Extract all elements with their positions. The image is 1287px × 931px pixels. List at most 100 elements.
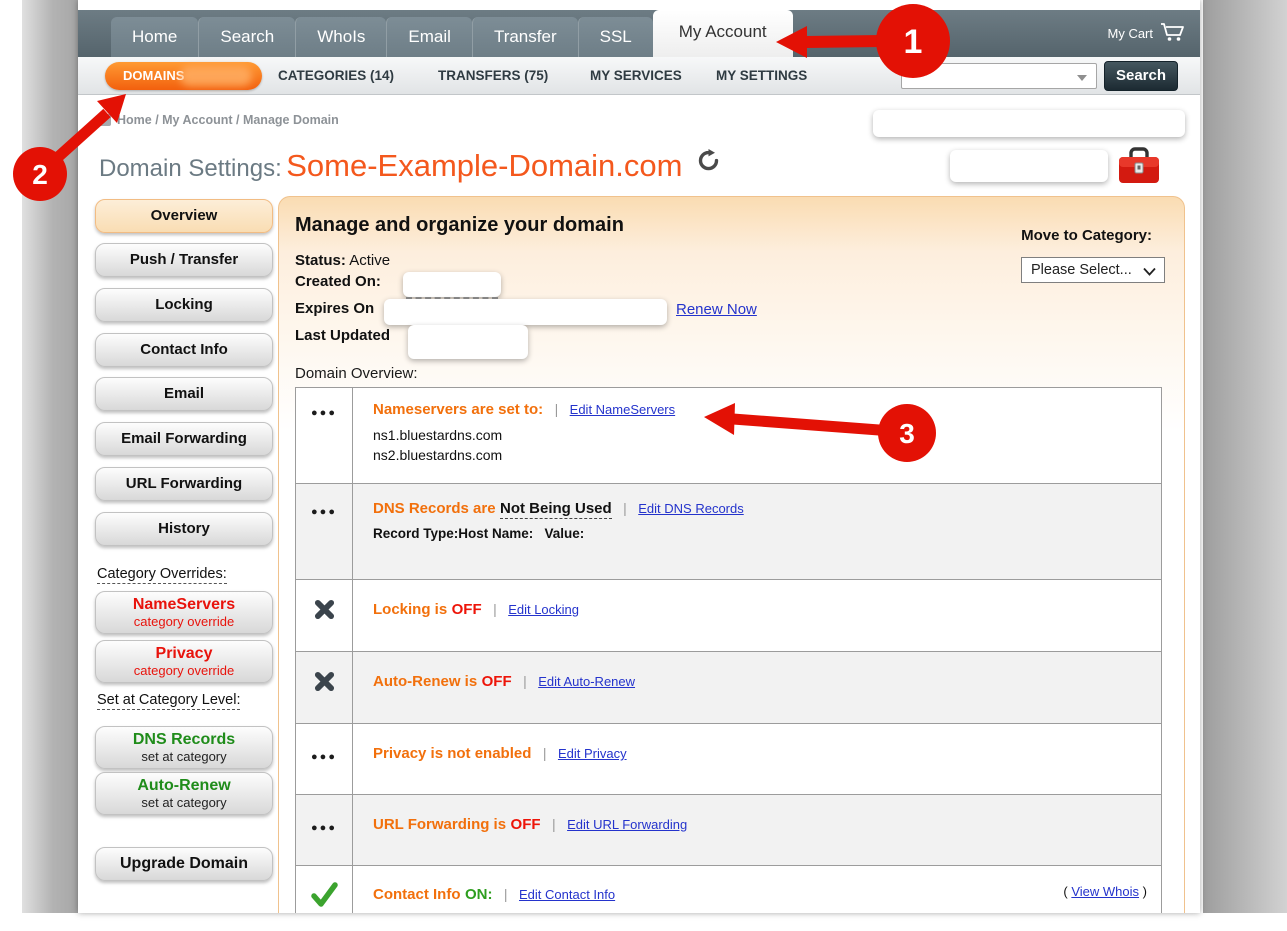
table-row-privacy: ●●● Privacy is not enabled | Edit Privac… [296, 723, 1161, 794]
sidebar-item-nameservers-override[interactable]: NameServers category override [95, 591, 273, 634]
override-subtitle: category override [96, 614, 272, 629]
status-off: OFF [482, 673, 512, 690]
category-title: Auto-Renew [96, 776, 272, 795]
nav-tab-search[interactable]: Search [198, 17, 295, 57]
table-row-nameservers: ●●● Nameservers are set to: | Edit NameS… [296, 388, 1161, 483]
sidebar-item-history[interactable]: History [95, 512, 273, 546]
table-row-url-forwarding: ●●● URL Forwarding is OFF | Edit URL For… [296, 794, 1161, 865]
refresh-icon[interactable] [697, 149, 720, 177]
redacted-created-date [403, 272, 501, 297]
set-at-category-heading[interactable]: Set at Category Level: [97, 692, 240, 708]
redacted-box-top-right [873, 110, 1185, 137]
sidebar-item-contact-info[interactable]: Contact Info [95, 333, 273, 367]
view-whois: ( View Whois ) [1063, 884, 1147, 899]
status-on: ON: [465, 886, 493, 903]
status-off: OFF [511, 816, 541, 833]
sidebar-item-email[interactable]: Email [95, 377, 273, 411]
row-title: Nameservers are set to: [373, 401, 543, 418]
edit-contact-info-link[interactable]: Edit Contact Info [519, 887, 615, 902]
nav-tab-ssl[interactable]: SSL [578, 17, 653, 57]
x-icon [296, 652, 353, 723]
nav-tab-home[interactable]: Home [111, 17, 198, 57]
dots-icon: ●●● [296, 484, 353, 579]
sidebar-item-dns-records-category[interactable]: DNS Records set at category [95, 726, 273, 769]
category-subtitle: set at category [96, 749, 272, 764]
sidebar-item-push-transfer[interactable]: Push / Transfer [95, 243, 273, 277]
nav-tab-my-account[interactable]: My Account [653, 10, 793, 57]
domain-overview-label: Domain Overview: [295, 365, 418, 382]
sidebar-item-overview[interactable]: Overview [95, 199, 273, 233]
breadcrumb-path: Home / My Account / Manage Domain [117, 113, 339, 127]
sidebar-item-upgrade-domain[interactable]: Upgrade Domain [95, 847, 273, 881]
account-sub-navigation: DOMAINS CATEGORIES (14) TRANSFERS (75) M… [78, 57, 1200, 95]
my-cart-button[interactable]: My Cart [1108, 10, 1187, 57]
status-value: Active [349, 252, 390, 269]
dots-icon: ●●● [296, 388, 353, 483]
edit-auto-renew-link[interactable]: Edit Auto-Renew [538, 674, 635, 689]
redacted-expire-date [384, 299, 667, 325]
edit-privacy-link[interactable]: Edit Privacy [558, 746, 627, 761]
table-row-locking: Locking is OFF | Edit Locking [296, 579, 1161, 651]
edit-url-forwarding-link[interactable]: Edit URL Forwarding [567, 817, 687, 832]
row-title: DNS Records are [373, 500, 496, 517]
search-button[interactable]: Search [1104, 61, 1178, 91]
expires-line: Expires On [295, 300, 374, 317]
subnav-transfers[interactable]: TRANSFERS (75) [438, 57, 548, 95]
sidebar-item-url-forwarding[interactable]: URL Forwarding [95, 467, 273, 501]
subnav-my-settings[interactable]: MY SETTINGS [716, 57, 807, 95]
domain-name: Some-Example-Domain.com [286, 148, 682, 183]
check-icon [296, 866, 353, 913]
edit-nameservers-link[interactable]: Edit NameServers [570, 402, 675, 417]
redacted-updated-date [408, 325, 528, 359]
category-select[interactable]: Please Select... [1021, 257, 1165, 283]
subnav-categories[interactable]: CATEGORIES (14) [278, 57, 394, 95]
redacted-domain-count [180, 66, 252, 86]
override-subtitle: category override [96, 663, 272, 678]
table-row-contact-info: Contact Info ON: | Edit Contact Info ( V… [296, 865, 1161, 913]
chevron-down-icon [1143, 267, 1156, 276]
category-select-value: Please Select... [1031, 262, 1132, 278]
nav-tab-email[interactable]: Email [386, 17, 472, 57]
edit-locking-link[interactable]: Edit Locking [508, 602, 579, 617]
sidebar-item-privacy-override[interactable]: Privacy category override [95, 640, 273, 683]
nameserver-1: ns1.bluestardns.com [373, 425, 1161, 445]
status-off: OFF [452, 601, 482, 618]
sidebar-item-auto-renew-category[interactable]: Auto-Renew set at category [95, 772, 273, 815]
status-line: Status: Active [295, 252, 390, 269]
breadcrumb-home-icon [98, 114, 111, 126]
screenshot-root: Home Search WhoIs Email Transfer SSL My … [0, 0, 1287, 931]
nav-tab-whois[interactable]: WhoIs [295, 17, 386, 57]
outer-margin-left [22, 0, 78, 913]
domain-search-dropdown[interactable] [901, 63, 1097, 89]
dropdown-arrow-icon [1077, 75, 1087, 81]
outer-margin-right [1203, 0, 1287, 913]
cart-icon [1160, 22, 1186, 45]
renew-now-link[interactable]: Renew Now [676, 301, 757, 318]
page: Home Search WhoIs Email Transfer SSL My … [78, 0, 1200, 913]
edit-dns-records-link[interactable]: Edit DNS Records [638, 501, 743, 516]
view-whois-link[interactable]: View Whois [1071, 884, 1139, 899]
top-navigation-bar: Home Search WhoIs Email Transfer SSL My … [78, 10, 1200, 57]
subnav-domains-button[interactable]: DOMAINS [105, 62, 262, 90]
created-line: Created On: [295, 273, 381, 290]
domains-label: DOMAINS [123, 68, 184, 83]
nav-tab-transfer[interactable]: Transfer [472, 17, 578, 57]
category-overrides-heading[interactable]: Category Overrides: [97, 566, 227, 582]
page-title: Domain Settings: Some-Example-Domain.com [99, 148, 720, 184]
row-title: Privacy is not enabled [373, 745, 531, 762]
breadcrumb[interactable]: Home / My Account / Manage Domain [98, 113, 339, 127]
override-title: NameServers [96, 595, 272, 614]
override-title: Privacy [96, 644, 272, 663]
panel-heading: Manage and organize your domain [295, 214, 624, 237]
last-updated-line: Last Updated [295, 327, 390, 344]
row-title: URL Forwarding is [373, 816, 506, 833]
sidebar-item-locking[interactable]: Locking [95, 288, 273, 322]
dots-icon: ●●● [296, 795, 353, 865]
sidebar-item-email-forwarding[interactable]: Email Forwarding [95, 422, 273, 456]
category-subtitle: set at category [96, 795, 272, 810]
toolbox-icon[interactable] [1116, 146, 1162, 191]
table-row-dns-records: ●●● DNS Records are Not Being Used | Edi… [296, 483, 1161, 579]
my-cart-label: My Cart [1108, 26, 1154, 41]
subnav-my-services[interactable]: MY SERVICES [590, 57, 682, 95]
domain-overview-table: ●●● Nameservers are set to: | Edit NameS… [295, 387, 1162, 913]
